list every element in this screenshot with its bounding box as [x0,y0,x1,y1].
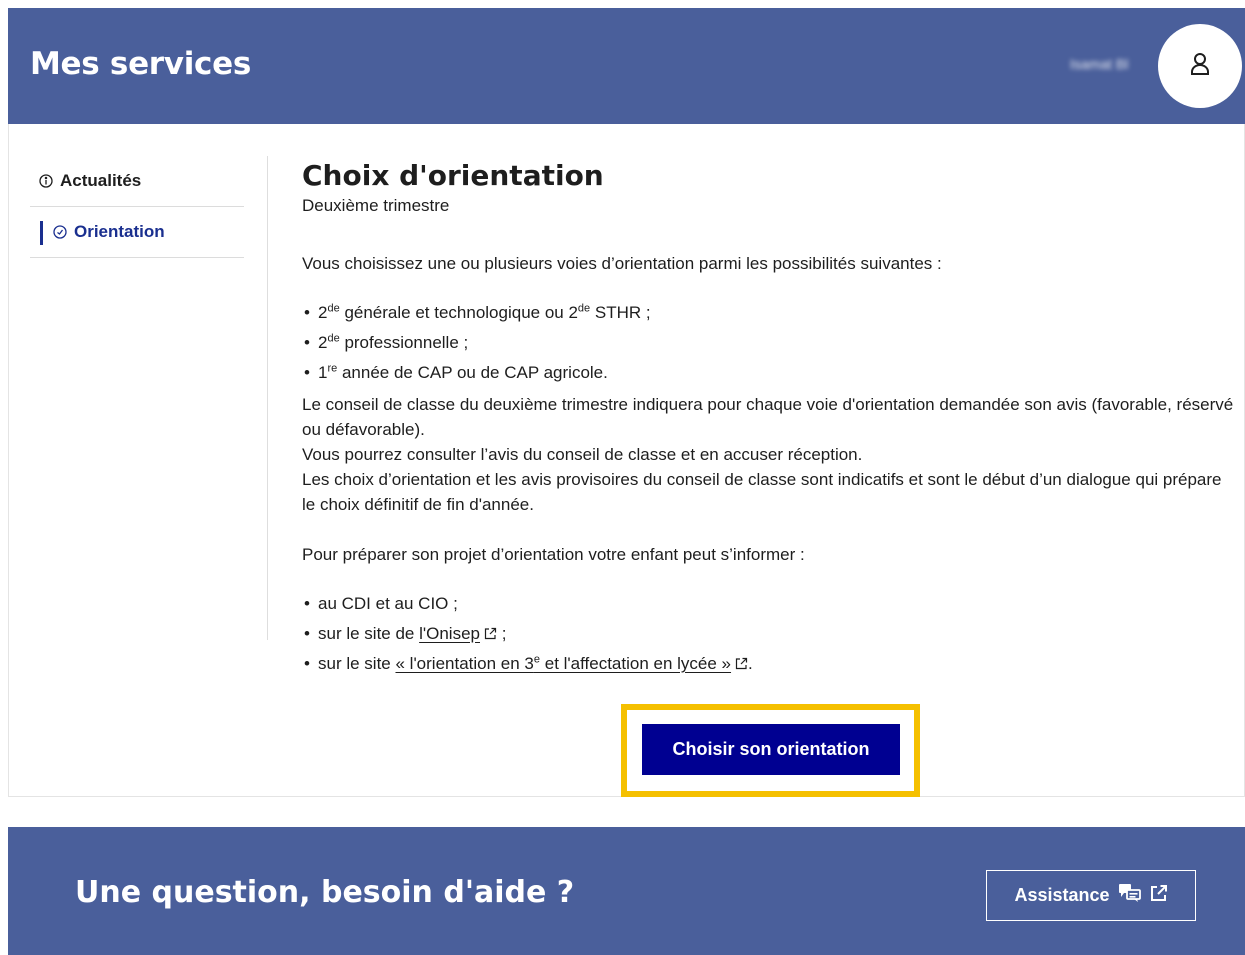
help-footer: Une question, besoin d'aide ? Assistance [8,827,1245,955]
assistance-button[interactable]: Assistance [986,870,1196,921]
user-icon [1189,52,1211,81]
list-item: 2de générale et technologique ou 2de STH… [302,298,1237,328]
orientation-affectation-link[interactable]: « l'orientation en 3e et l'affectation e… [395,654,748,673]
choose-orientation-button[interactable]: Choisir son orientation [642,724,900,775]
orientation-options-list: 2de générale et technologique ou 2de STH… [302,298,1237,388]
page-subtitle: Deuxième trimestre [302,196,450,215]
support-icon [1118,883,1142,908]
list-item: sur le site « l'orientation en 3e et l'a… [302,649,1237,679]
intro-text: Vous choisissez une ou plusieurs voies d… [302,254,942,273]
list-item: au CDI et au CIO ; [302,589,1237,619]
sidebar-item-label: Actualités [60,171,142,190]
paragraph: Les choix d’orientation et les avis prov… [302,470,1222,514]
sidebar-divider [267,156,268,640]
sidebar-nav: Actualités Orientation [30,156,244,258]
user-name[interactable]: Isamat Bl [1070,56,1140,72]
list-item: 1re année de CAP ou de CAP agricole. [302,358,1237,388]
app-title: Mes services [30,46,251,82]
user-avatar-button[interactable] [1158,24,1242,108]
main-content: Choix d'orientation Deuxième trimestre V… [302,158,1237,679]
info-links-list: au CDI et au CIO ; sur le site de l'Onis… [302,589,1237,679]
help-title: Une question, besoin d'aide ? [75,875,575,910]
paragraph: Le conseil de classe du deuxième trimest… [302,395,1234,439]
assistance-label: Assistance [1014,885,1110,905]
page-title: Choix d'orientation [302,159,604,192]
prepare-text: Pour préparer son projet d’orientation v… [302,545,805,564]
list-item: 2de professionnelle ; [302,328,1237,358]
external-link-icon [735,650,748,680]
onisep-link[interactable]: l'Onisep [419,624,497,643]
paragraph: Vous pourrez consulter l’avis du conseil… [302,445,863,464]
list-item: sur le site de l'Onisep ; [302,619,1237,649]
sidebar-item-orientation[interactable]: Orientation [30,207,244,258]
external-link-icon [1150,884,1168,907]
site-header: Mes services Isamat Bl [8,8,1245,124]
sidebar-item-actualites[interactable]: Actualités [30,156,244,207]
sidebar-item-label: Orientation [74,222,165,241]
external-link-icon [484,620,497,650]
info-circle-icon [39,174,53,188]
clock-circle-icon [53,225,67,239]
